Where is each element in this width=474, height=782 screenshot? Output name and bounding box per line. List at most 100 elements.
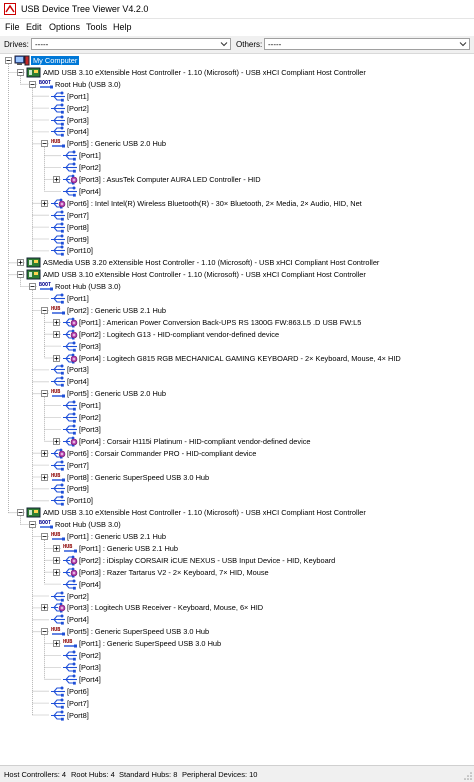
tree-node-label: [Port3] : AsusTek Computer AURA LED Cont… [79, 175, 261, 184]
tree-node-label: Root Hub (USB 3.0) [55, 282, 121, 292]
collapse-icon[interactable] [17, 271, 24, 279]
collapse-icon[interactable] [17, 68, 24, 76]
hub-icon: HUB [50, 305, 66, 316]
others-label: Others: [236, 40, 263, 49]
menu-options[interactable]: Options [49, 22, 80, 32]
svg-text:HUB: HUB [51, 532, 60, 538]
menu-tools[interactable]: Tools [86, 22, 107, 32]
port-icon [62, 674, 78, 685]
expand-icon[interactable] [17, 259, 24, 267]
device-tree[interactable]: My Computer AMD USB 3.10 eXtensible Host … [0, 54, 474, 764]
controller-icon [26, 257, 42, 268]
tree-node-label: [Port5] : Generic SuperSpeed USB 3.0 Hub [67, 627, 210, 637]
svg-text:HUB: HUB [51, 389, 60, 395]
port-icon [62, 579, 78, 590]
collapse-icon[interactable] [17, 509, 24, 517]
collapse-icon[interactable] [5, 57, 12, 64]
collapse-icon[interactable] [29, 283, 36, 291]
tree-node-label: [Port2] [79, 163, 101, 173]
tree-node-label: [Port3] [79, 662, 101, 672]
port-icon [62, 186, 78, 197]
status-standard-hubs: Standard Hubs: 8 [119, 770, 178, 779]
expand-icon[interactable] [53, 330, 60, 338]
collapse-icon[interactable] [29, 80, 36, 88]
expand-icon[interactable] [53, 568, 60, 576]
menu-help[interactable]: Help [113, 22, 132, 32]
controller-icon [26, 269, 42, 280]
tree-node-label: [Port1] [79, 151, 101, 161]
port-icon [50, 126, 66, 137]
device-icon [62, 317, 78, 328]
expand-icon[interactable] [53, 640, 60, 648]
svg-text:HUB: HUB [51, 306, 60, 312]
port-icon [62, 150, 78, 161]
others-select[interactable]: ----- [264, 38, 470, 50]
expand-icon[interactable] [53, 556, 60, 564]
chevron-down-icon [220, 42, 228, 47]
tree-node-label: [Port4] : Logitech G815 RGB MECHANICAL G… [79, 353, 401, 363]
chevron-down-icon [459, 42, 467, 47]
expand-icon[interactable] [41, 449, 48, 457]
device-icon [62, 555, 78, 566]
expand-icon[interactable] [41, 604, 48, 612]
menu-edit[interactable]: Edit [26, 22, 42, 32]
collapse-icon[interactable] [41, 533, 48, 540]
port-icon [62, 650, 78, 661]
tree-node-label: [Port1] : Generic USB 2.1 Hub [67, 532, 166, 541]
tree-node-label: AMD USB 3.10 eXtensible Host Controller … [43, 67, 366, 77]
port-icon [50, 591, 66, 602]
tree-node-label: My Computer [31, 56, 80, 65]
tree-node-label: AMD USB 3.10 eXtensible Host Controller … [43, 270, 366, 280]
device-icon [62, 436, 78, 447]
device-icon [62, 567, 78, 578]
others-value: ----- [268, 40, 282, 49]
port-icon [50, 293, 66, 304]
port-icon [50, 91, 66, 102]
collapse-icon[interactable] [41, 306, 48, 314]
computer-icon [14, 55, 30, 66]
tree-node-label: [Port3] [79, 341, 101, 351]
controller-icon [26, 507, 42, 518]
drives-select[interactable]: ----- [31, 38, 231, 50]
port-icon [62, 162, 78, 173]
app-icon [4, 3, 16, 15]
hub-icon: HUB [50, 626, 66, 637]
resize-grip-icon[interactable] [463, 771, 473, 781]
tree-node-label: [Port5] : Generic USB 2.0 Hub [67, 389, 166, 399]
svg-text:HUB: HUB [63, 544, 72, 550]
device-icon [50, 448, 66, 459]
tree-node-label: [Port8] [67, 222, 89, 232]
tree-node-label: [Port2] [67, 103, 89, 113]
tree-node-label: [Port10] [67, 496, 93, 506]
tree-node-label: [Port4] [67, 127, 89, 137]
toolbar: Drives: ----- Others: ----- [0, 36, 474, 54]
expand-icon[interactable] [53, 544, 60, 552]
tree-node-label: Root Hub (USB 3.0) [55, 520, 121, 530]
expand-icon[interactable] [41, 473, 48, 481]
menu-file[interactable]: File [5, 22, 20, 32]
expand-icon[interactable] [41, 199, 48, 207]
device-icon [50, 602, 66, 613]
hub-icon: HUB [50, 472, 66, 483]
drives-label: Drives: [4, 40, 29, 49]
expand-icon[interactable] [53, 318, 60, 326]
port-icon [50, 710, 66, 721]
tree-node-label: [Port9] [67, 484, 89, 494]
svg-text:BOOT: BOOT [39, 282, 51, 288]
collapse-icon[interactable] [41, 628, 48, 636]
expand-icon[interactable] [53, 437, 60, 445]
tree-node-label: [Port1] : American Power Conversion Back… [79, 317, 362, 327]
tree-node-label: [Port4] [67, 377, 89, 387]
expand-icon[interactable] [53, 354, 60, 362]
collapse-icon[interactable] [41, 140, 48, 148]
tree-node-label: [Port9] [67, 234, 89, 244]
tree-node-label: [Port3] [67, 365, 89, 375]
tree-node-label: [Port2] [67, 591, 89, 601]
tree-node-label: [Port10] [67, 246, 93, 256]
tree-node-label: [Port4] : Corsair H115i Platinum - HID-c… [79, 436, 311, 446]
port-icon [50, 686, 66, 697]
collapse-icon[interactable] [41, 390, 48, 398]
expand-icon[interactable] [53, 176, 60, 183]
port-icon [62, 341, 78, 352]
collapse-icon[interactable] [29, 521, 36, 529]
